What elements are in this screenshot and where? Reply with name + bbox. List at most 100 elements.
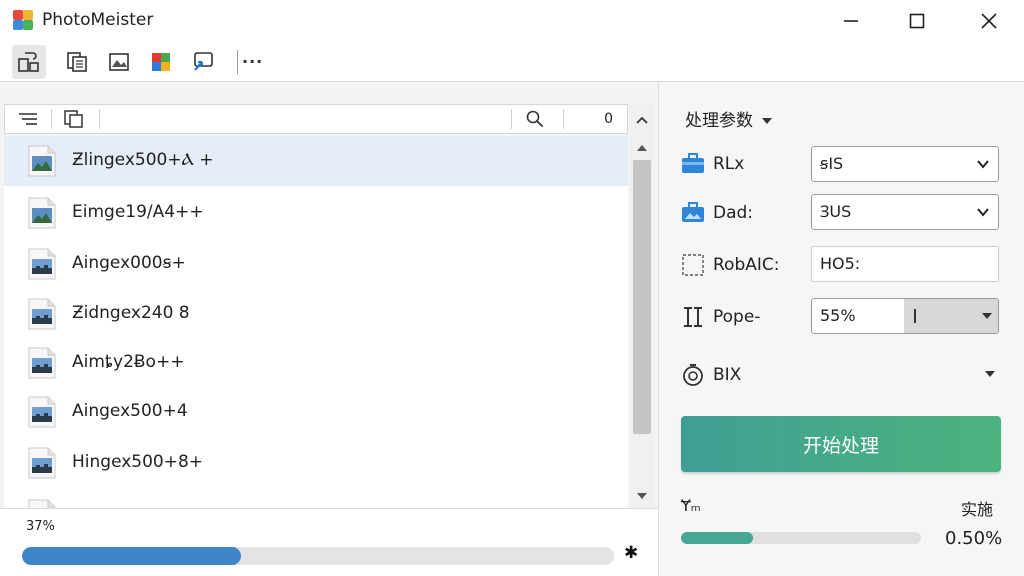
- field-label: Dad:: [713, 203, 754, 223]
- file-name: Aimȶy2Ƀo++: [72, 352, 185, 372]
- list-item[interactable]: Ƶidngex240 8: [4, 289, 628, 339]
- processing-progress-fill: [681, 532, 753, 544]
- toolbar: ···: [0, 42, 1024, 82]
- app-title: PhotoMeister: [42, 10, 154, 30]
- image-file-icon: [28, 447, 56, 479]
- spinner-handle[interactable]: [904, 299, 998, 333]
- settings-title[interactable]: 处理参数: [685, 106, 773, 131]
- settings-title-label: 处理参数: [685, 111, 753, 131]
- processing-progress-bar: [681, 532, 921, 544]
- image-file-icon: [28, 145, 56, 177]
- pope-spinner[interactable]: 55%: [811, 298, 999, 334]
- briefcase-icon: [679, 150, 707, 178]
- resize-height-icon: [679, 303, 707, 331]
- field-label: RobAIC:: [713, 255, 780, 275]
- list-item[interactable]: Aimȶy2Ƀo++: [4, 338, 628, 388]
- color-grid-button[interactable]: [144, 45, 178, 79]
- list-item[interactable]: Hingex500+8+: [4, 438, 628, 488]
- file-count: 0: [604, 111, 613, 127]
- app-logo-icon: [12, 9, 34, 31]
- share-button[interactable]: [186, 45, 220, 79]
- list-item[interactable]: Ƶlingex500+Ⲁ +: [4, 136, 628, 186]
- maximize-button[interactable]: [894, 6, 940, 36]
- image-file-icon: [28, 499, 56, 508]
- image-frame-icon: [109, 53, 129, 71]
- image-frame-button[interactable]: [102, 45, 136, 79]
- file-name: Ƶidngex240 8: [72, 303, 190, 323]
- progress-fill: [22, 547, 242, 565]
- progress-bar-area: 37% ✱: [0, 508, 658, 576]
- color-grid-icon: [152, 53, 170, 71]
- triangle-up-icon: [637, 145, 647, 151]
- caret-down-icon: [762, 118, 773, 124]
- field-label: Pope-: [713, 307, 761, 327]
- image-file-icon: [28, 396, 56, 428]
- spinner-cursor: [914, 309, 916, 323]
- rlx-select[interactable]: ꞩIS: [811, 146, 999, 182]
- dashed-frame-icon: [679, 251, 707, 279]
- status-label: Ɏₘ: [681, 496, 701, 515]
- close-button[interactable]: [966, 6, 1012, 36]
- robaic-input[interactable]: HO5:: [811, 246, 999, 282]
- start-processing-button[interactable]: 开始处理: [681, 416, 1001, 472]
- file-list: Ƶlingex500+Ⲁ + Eimge19/A4++ Aingex000ꞩ+: [4, 136, 628, 508]
- view-mode-button[interactable]: [57, 105, 91, 133]
- field-label: RLx: [713, 154, 745, 174]
- minimize-icon: [844, 20, 858, 22]
- list-scrollbar[interactable]: [630, 104, 654, 508]
- header-divider: [51, 109, 52, 129]
- file-name: Aingex500+4: [72, 401, 188, 421]
- image-file-icon: [28, 197, 56, 229]
- spinner-value: 55%: [820, 306, 856, 325]
- image-file-icon: [28, 298, 56, 330]
- copy-pages-button[interactable]: [60, 45, 94, 79]
- progress-bar: [22, 547, 614, 565]
- timer-icon: [679, 361, 707, 389]
- processing-percent: 0.50%: [945, 528, 1003, 549]
- chevron-down-icon: [977, 208, 989, 217]
- list-item[interactable]: Aingex000ꞩ+: [4, 239, 628, 289]
- header-divider: [511, 109, 512, 129]
- header-divider: [99, 109, 100, 129]
- status-text: 实施: [961, 500, 994, 519]
- share-icon: [194, 52, 213, 71]
- more-button[interactable]: ···: [242, 48, 262, 76]
- import-icon: [18, 52, 39, 72]
- close-icon: [981, 13, 997, 29]
- input-value: HO5:: [820, 254, 861, 273]
- file-list-pane: 0 Ƶlingex500+Ⲁ + Eimge19/A4++ Aingex000ꞩ…: [0, 82, 658, 576]
- scroll-down-button[interactable]: [630, 486, 654, 506]
- settings-pane: 处理参数 RLx ꞩIS Dad: ꞫUS RobAIC: HO5: Pope-…: [658, 82, 1024, 576]
- chevron-down-icon: [977, 160, 989, 169]
- scroll-up-small-button[interactable]: [630, 138, 654, 158]
- list-header: 0: [4, 104, 628, 134]
- toolbar-separator: [237, 50, 238, 74]
- sort-lines-icon: [19, 113, 37, 125]
- minimize-button[interactable]: [828, 6, 874, 36]
- view-pages-icon: [64, 110, 83, 128]
- file-name: Aingex000ꞩ+: [72, 253, 186, 273]
- list-item-partial[interactable]: [4, 490, 628, 508]
- scroll-up-button[interactable]: [630, 110, 654, 130]
- triangle-down-icon: [982, 313, 992, 319]
- title-bar: PhotoMeister: [0, 0, 1024, 42]
- sort-button[interactable]: [11, 105, 45, 133]
- search-icon: [526, 110, 544, 128]
- image-file-icon: [28, 248, 56, 280]
- triangle-down-icon[interactable]: [985, 371, 995, 377]
- maximize-icon: [909, 13, 925, 29]
- cancel-button[interactable]: ✱: [624, 543, 638, 563]
- select-value: ꞩIS: [820, 154, 844, 173]
- list-search-button[interactable]: [515, 105, 555, 133]
- file-name: Hingex500+8+: [72, 452, 204, 472]
- dad-select[interactable]: ꞫUS: [811, 194, 999, 230]
- triangle-down-icon: [637, 493, 647, 499]
- scroll-thumb[interactable]: [633, 160, 651, 434]
- field-label[interactable]: BIX: [713, 365, 741, 385]
- file-name: Eimge19/A4++: [72, 202, 204, 222]
- import-button[interactable]: [12, 45, 46, 79]
- file-name: Ƶlingex500+Ⲁ +: [72, 150, 214, 170]
- list-item[interactable]: Aingex500+4: [4, 387, 628, 437]
- chevron-up-icon: [636, 116, 648, 124]
- list-item[interactable]: Eimge19/A4++: [4, 188, 628, 238]
